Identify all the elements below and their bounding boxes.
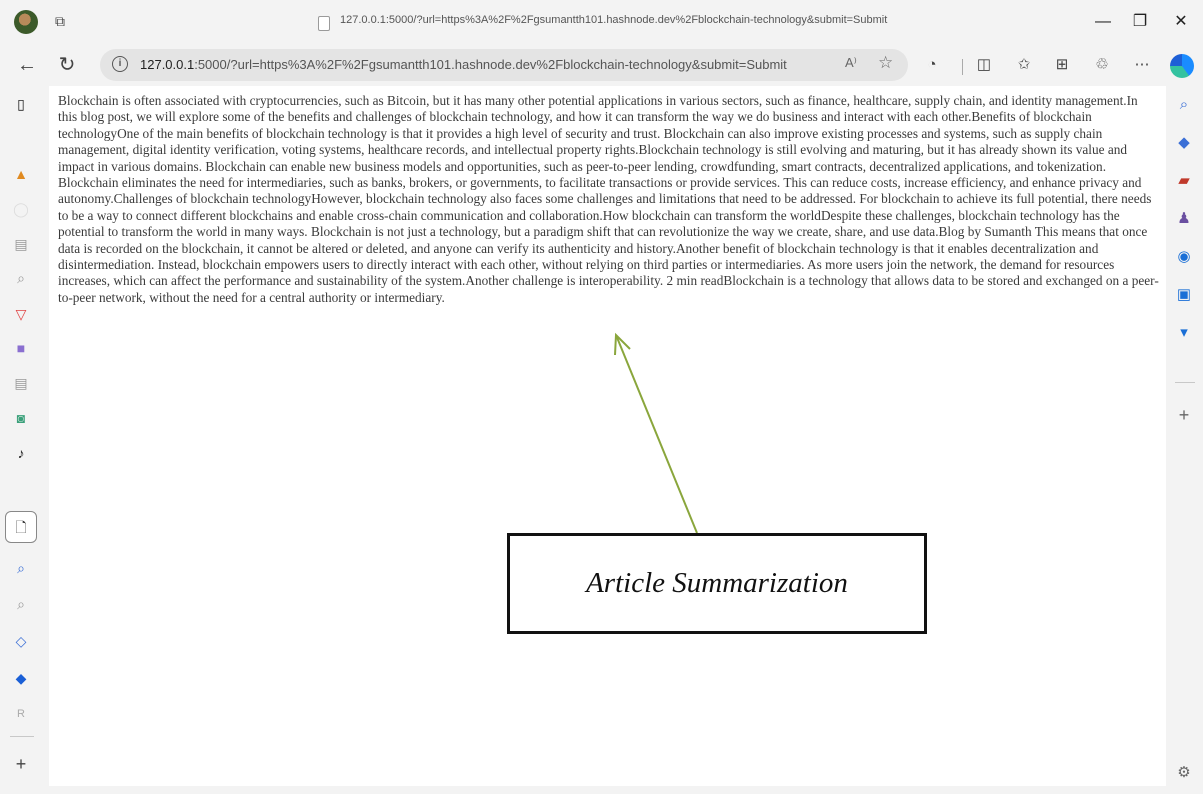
tab-favicon-9[interactable]: R [10,704,32,724]
tab-favicon-6[interactable]: ♪ [10,443,32,463]
address-bar[interactable]: i 127.0.0.1:5000/?url=https%3A%2F%2Fgsum… [100,49,908,81]
copilot-icon[interactable]: ◔ [920,53,944,77]
sidebar-tools-icon[interactable]: ▰ [1173,170,1195,192]
sidebar-outlook-icon[interactable]: ▣ [1173,284,1195,306]
favorites-list-icon[interactable]: ✩ [1012,53,1036,77]
annotation-callout-box: Article Summarization [507,533,927,634]
sidebar-divider [10,736,34,737]
tab-panel-icon[interactable]: ▯ [10,94,32,114]
site-info-icon[interactable]: i [112,56,128,72]
edge-copilot-icon[interactable] [1170,54,1194,78]
sidebar-add-icon[interactable]: + [1173,404,1195,426]
sidebar-divider [1175,382,1195,383]
tab-page-icon-2[interactable]: ▤ [10,373,32,393]
tab-favicon-1[interactable]: ▲ [10,164,32,184]
extensions-icon[interactable]: ♲ [1090,53,1114,77]
profile-avatar[interactable] [14,10,38,34]
tab-search-icon-1[interactable]: ⌕ [10,268,32,288]
tab-search-icon-2[interactable]: ⌕ [10,558,32,578]
annotation-label: Article Summarization [586,567,848,599]
new-tab-plus-icon[interactable]: + [10,754,32,774]
page-icon [318,16,330,31]
navigation-bar: ← ↻ i 127.0.0.1:5000/?url=https%3A%2F%2F… [0,44,1203,86]
restore-button[interactable]: ❐ [1125,10,1155,34]
read-aloud-icon[interactable]: A⁾ [845,55,857,71]
tab-favicon-8[interactable]: ◆ [10,668,32,688]
sidebar-games-icon[interactable]: ♟ [1173,208,1195,230]
window-title: 127.0.0.1:5000/?url=https%3A%2F%2Fgsuman… [340,14,888,26]
tab-favicon-7[interactable]: ◇ [10,631,32,651]
title-bar: ⧉ 127.0.0.1:5000/?url=https%3A%2F%2Fgsum… [0,0,1203,44]
url-host: 127.0.0.1 [140,57,195,72]
tab-favicon-2[interactable]: ◯ [10,199,32,219]
tab-actions-icon[interactable]: ⧉ [52,13,68,29]
tab-page-icon-1[interactable]: ▤ [10,234,32,254]
tab-search-icon-3[interactable]: ⌕ [10,594,32,614]
back-arrow-icon[interactable]: ← [14,52,40,78]
article-text: Blockchain is often associated with cryp… [58,93,1159,305]
tab-favicon-4[interactable]: ■ [10,338,32,358]
sidebar-shopping-icon[interactable]: ◆ [1173,132,1195,154]
refresh-icon[interactable]: ↻ [54,52,80,78]
collections-icon[interactable]: ⊞ [1050,53,1074,77]
left-sidebar: ▯ ▲ ◯ ▤ ⌕ ▽ ■ ▤ ◙ ♪ 🗋 ⌕ ⌕ ◇ ◆ R + [0,86,44,794]
more-menu-icon[interactable]: ⋯ [1130,53,1154,77]
right-sidebar: ⌕ ◆ ▰ ♟ ◉ ▣ ▾ + ⚙ [1166,86,1203,794]
tab-favicon-3[interactable]: ▽ [10,304,32,324]
sidebar-drop-icon[interactable]: ▾ [1173,322,1195,344]
tab-favicon-5[interactable]: ◙ [10,408,32,428]
split-screen-icon[interactable]: ◫ [972,53,996,77]
sidebar-search-icon[interactable]: ⌕ [1173,94,1195,116]
url-path: :5000/?url=https%3A%2F%2Fgsumantth101.ha… [194,57,787,72]
sidebar-office-icon[interactable]: ◉ [1173,246,1195,268]
sidebar-settings-gear-icon[interactable]: ⚙ [1173,762,1195,784]
page-content: Blockchain is often associated with cryp… [49,86,1166,786]
toolbar-divider [962,59,963,75]
favorite-star-icon[interactable]: ☆ [878,53,893,73]
url-text[interactable]: 127.0.0.1:5000/?url=https%3A%2F%2Fgsuman… [140,57,787,72]
minimize-button[interactable]: — [1088,10,1118,34]
active-tab-page-icon[interactable]: 🗋 [5,511,37,543]
close-button[interactable]: ✕ [1166,10,1196,34]
